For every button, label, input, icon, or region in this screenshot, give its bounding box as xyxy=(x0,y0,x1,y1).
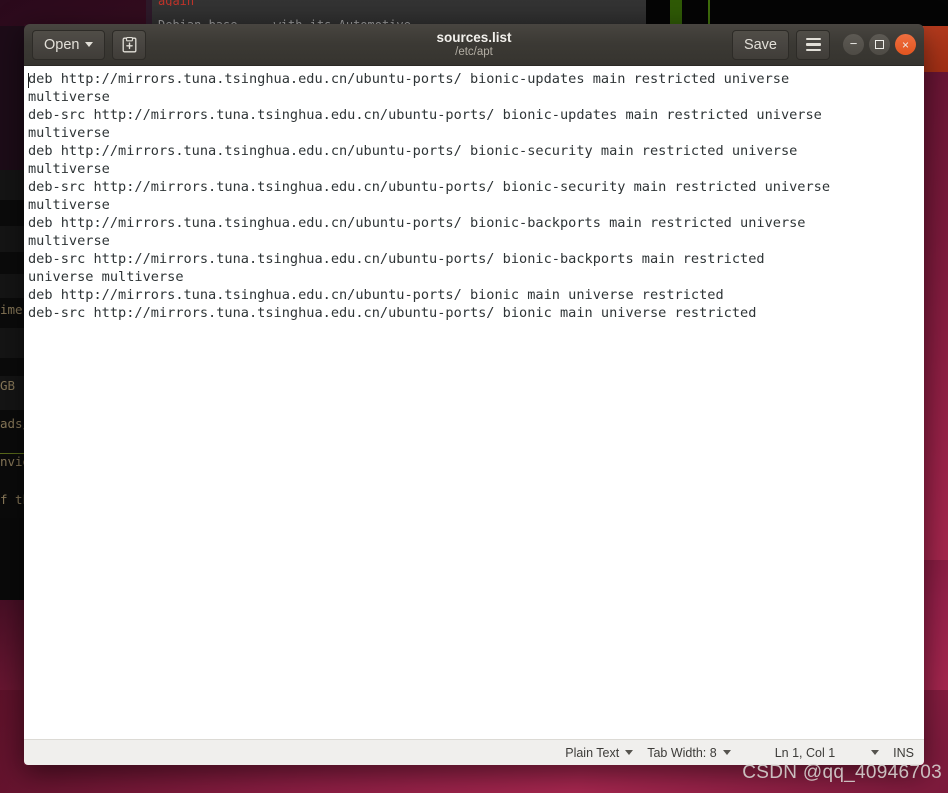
cursor-position-label: Ln 1, Col 1 xyxy=(774,745,836,760)
save-button-label: Save xyxy=(743,36,777,53)
editor-line[interactable]: deb http://mirrors.tuna.tsinghua.edu.cn/… xyxy=(28,214,918,232)
language-label: Plain Text xyxy=(565,745,620,760)
editor-line[interactable]: multiverse xyxy=(28,88,918,106)
editor-line[interactable]: deb-src http://mirrors.tuna.tsinghua.edu… xyxy=(28,106,918,124)
page-title: sources.list xyxy=(436,30,512,45)
new-document-button[interactable] xyxy=(112,29,147,60)
open-button-label: Open xyxy=(44,36,80,53)
hamburger-menu-icon xyxy=(805,37,821,52)
maximize-icon xyxy=(875,40,884,49)
editor-line[interactable]: deb-src http://mirrors.tuna.tsinghua.edu… xyxy=(28,178,918,196)
chevron-down-icon xyxy=(85,42,94,47)
editor-line[interactable]: deb http://mirrors.tuna.tsinghua.edu.cn/… xyxy=(28,70,918,88)
new-document-icon xyxy=(122,36,137,53)
text-editor-area[interactable]: deb http://mirrors.tuna.tsinghua.edu.cn/… xyxy=(24,66,924,739)
background-black-panel xyxy=(646,0,948,26)
cursor-position-dropdown[interactable] xyxy=(871,750,880,755)
menu-button[interactable] xyxy=(796,29,830,60)
editor-line[interactable]: multiverse xyxy=(28,124,918,142)
close-icon: × xyxy=(901,37,909,52)
gedit-window[interactable]: Open sources.list /etc/apt Save − × deb … xyxy=(24,24,924,765)
open-button[interactable]: Open xyxy=(32,29,106,60)
editor-line[interactable]: multiverse xyxy=(28,196,918,214)
page-subtitle: /etc/apt xyxy=(455,46,493,58)
chevron-down-icon xyxy=(625,750,634,755)
save-button[interactable]: Save xyxy=(731,29,789,60)
background-terminal-accent xyxy=(146,0,152,26)
background-green-line xyxy=(708,0,710,26)
cursor-position-selector[interactable]: Ln 1, Col 1 xyxy=(775,746,835,760)
editor-line[interactable]: deb http://mirrors.tuna.tsinghua.edu.cn/… xyxy=(28,286,918,304)
tab-width-selector[interactable]: Tab Width: 8 xyxy=(647,745,731,760)
editor-line[interactable]: multiverse xyxy=(28,160,918,178)
chevron-down-icon xyxy=(871,750,880,755)
editor-line[interactable]: multiverse xyxy=(28,232,918,250)
close-button[interactable]: × xyxy=(895,34,916,55)
background-green-bar xyxy=(670,0,682,26)
maximize-button[interactable] xyxy=(869,34,890,55)
desktop: again Debian-base-....with-its-Automotiv… xyxy=(0,0,948,793)
minimize-button[interactable]: − xyxy=(843,34,864,55)
background-terminal-red-text: again xyxy=(158,0,194,6)
editor-line[interactable]: universe multiverse xyxy=(28,268,918,286)
editor-line[interactable]: deb http://mirrors.tuna.tsinghua.edu.cn/… xyxy=(28,142,918,160)
editor-line[interactable]: deb-src http://mirrors.tuna.tsinghua.edu… xyxy=(28,304,918,322)
watermark: CSDN @qq_40946703 xyxy=(742,762,942,783)
insert-mode-indicator: INS xyxy=(893,745,914,760)
language-selector[interactable]: Plain Text xyxy=(565,745,634,760)
editor-line[interactable]: deb-src http://mirrors.tuna.tsinghua.edu… xyxy=(28,250,918,268)
text-cursor xyxy=(28,73,29,88)
minimize-icon: − xyxy=(849,36,858,51)
chevron-down-icon xyxy=(722,750,731,755)
window-titlebar[interactable]: Open sources.list /etc/apt Save − × xyxy=(24,24,924,66)
window-controls[interactable]: − × xyxy=(843,34,916,55)
tab-width-label: Tab Width: 8 xyxy=(647,745,717,760)
